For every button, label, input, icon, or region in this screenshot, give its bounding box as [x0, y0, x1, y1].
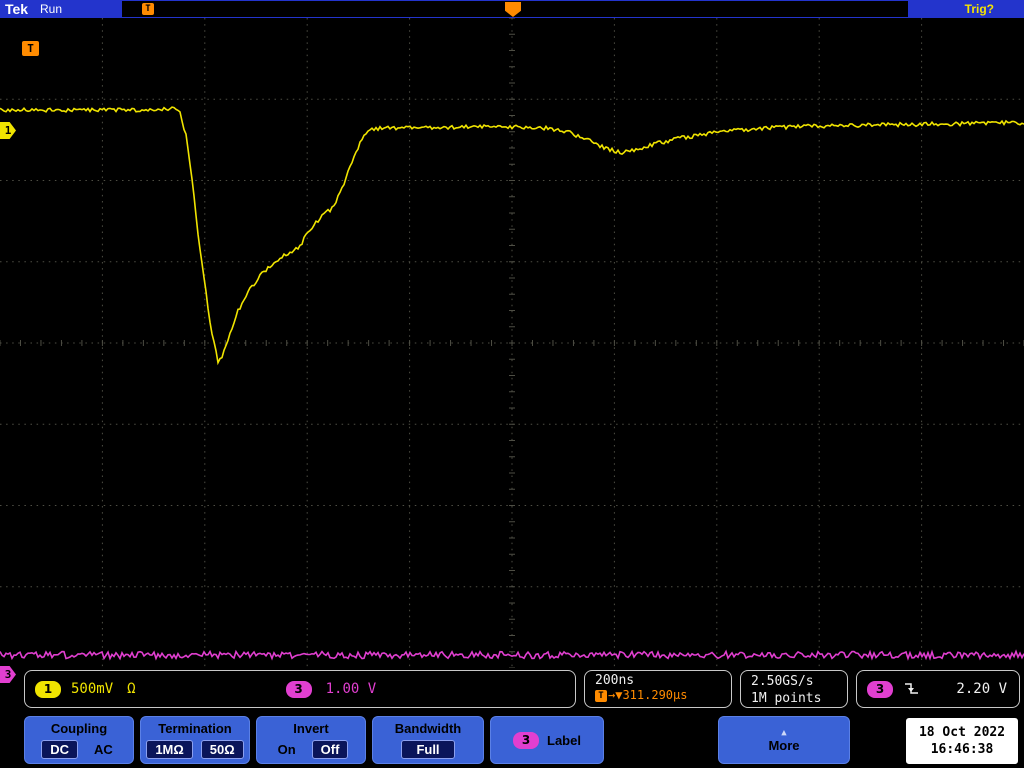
termination-option-1m[interactable]: 1MΩ — [146, 740, 193, 759]
record-trigger-icon: T — [142, 3, 154, 15]
coupling-title: Coupling — [50, 721, 108, 736]
acquisition-status: Run — [40, 2, 63, 16]
invert-option-on[interactable]: On — [274, 741, 300, 758]
sample-rate: 2.50GS/s — [751, 674, 814, 689]
date-value: 18 Oct 2022 — [918, 725, 1006, 740]
bandwidth-title: Bandwidth — [394, 721, 462, 736]
invert-button[interactable]: Invert On Off — [256, 716, 366, 764]
trigger-delay-readout: T →▼311.290µs — [595, 688, 731, 702]
softkey-menu-bar: Coupling DC AC Termination 1MΩ 50Ω Inver… — [0, 712, 1024, 768]
time-value: 16:46:38 — [930, 742, 994, 757]
termination-option-50[interactable]: 50Ω — [200, 740, 244, 759]
waveform-svg — [0, 18, 1024, 668]
ch3-scale: 1.00 V — [325, 681, 377, 697]
termination-button[interactable]: Termination 1MΩ 50Ω — [140, 716, 250, 764]
more-button[interactable]: ▲ More — [718, 716, 850, 764]
more-title: More — [768, 737, 800, 753]
waveform-display: T 1 3 — [0, 18, 1024, 683]
label-title: Label — [547, 732, 581, 748]
up-arrow-icon: ▲ — [781, 727, 787, 738]
ch1-impedance: Ω — [127, 681, 136, 697]
coupling-button[interactable]: Coupling DC AC — [24, 716, 134, 764]
horizontal-readout-box: 200ns T →▼311.290µs — [584, 670, 732, 708]
ch1-badge: 1 — [35, 680, 61, 698]
record-length: 1M points — [751, 691, 822, 706]
ch3-badge: 3 — [285, 680, 312, 698]
termination-title: Termination — [158, 721, 232, 736]
coupling-option-dc[interactable]: DC — [41, 740, 78, 759]
trigger-delay-value: →▼311.290µs — [608, 688, 688, 702]
falling-edge-icon — [905, 683, 918, 694]
bandwidth-option-full[interactable]: Full — [401, 740, 455, 759]
top-status-bar: Tek Run T Trig? — [0, 0, 1024, 18]
acquisition-readout-box: 2.50GS/s 1M points — [740, 670, 848, 708]
timebase-value: 200ns — [595, 673, 635, 688]
coupling-option-ac[interactable]: AC — [90, 741, 117, 758]
ch1-scale: 500mV — [71, 681, 114, 697]
datetime-display: 18 Oct 2022 16:46:38 — [906, 718, 1018, 764]
bandwidth-button[interactable]: Bandwidth Full — [372, 716, 484, 764]
label-channel-badge: 3 — [513, 731, 540, 749]
trigger-level-icon[interactable]: T — [22, 41, 39, 56]
ch3-position-marker[interactable]: 3 — [0, 666, 16, 683]
oscilloscope-screen: Tek Run T Trig? T 1 3 1 500mV Ω 3 1.00 V… — [0, 0, 1024, 768]
trigger-status-label: Trig? — [964, 2, 994, 16]
trigger-t-icon: T — [595, 689, 607, 702]
trigger-source-badge: 3 — [867, 680, 893, 698]
trigger-level-value: 2.20 V — [956, 681, 1007, 697]
trigger-readout-box: 3 2.20 V — [856, 670, 1020, 708]
invert-option-off[interactable]: Off — [311, 740, 349, 759]
tek-logo: Tek — [5, 1, 29, 17]
channel-readout-box: 1 500mV Ω 3 1.00 V — [24, 670, 576, 708]
label-button[interactable]: 3 Label — [490, 716, 604, 764]
invert-title: Invert — [293, 721, 329, 736]
